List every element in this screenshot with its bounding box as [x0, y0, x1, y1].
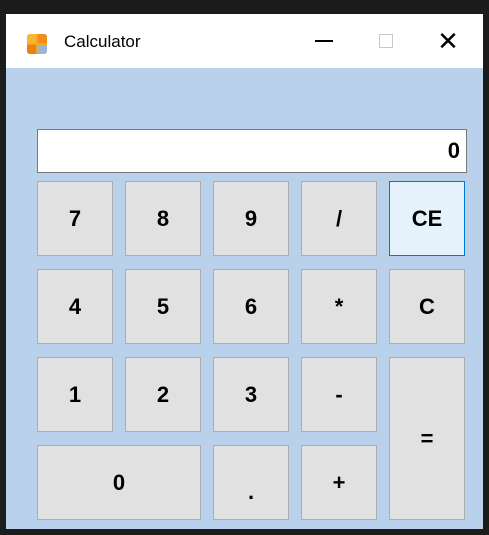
subtract-button[interactable]: -	[301, 357, 377, 432]
key-8[interactable]: 8	[125, 181, 201, 256]
minimize-button[interactable]	[294, 14, 354, 68]
key-2[interactable]: 2	[125, 357, 201, 432]
key-7[interactable]: 7	[37, 181, 113, 256]
key-0[interactable]: 0	[37, 445, 201, 520]
divide-button[interactable]: /	[301, 181, 377, 256]
maximize-icon	[379, 34, 393, 48]
key-3[interactable]: 3	[213, 357, 289, 432]
key-6[interactable]: 6	[213, 269, 289, 344]
calculator-window: Calculator ✕ 0 7 8 9 / CE 4 5 6 * C 1 2 …	[0, 0, 489, 535]
equals-button[interactable]: =	[389, 357, 465, 520]
clear-button[interactable]: C	[389, 269, 465, 344]
key-5[interactable]: 5	[125, 269, 201, 344]
minimize-icon	[315, 40, 333, 42]
add-button[interactable]: +	[301, 445, 377, 520]
close-icon: ✕	[437, 26, 459, 56]
decimal-button[interactable]: .	[213, 445, 289, 520]
key-9[interactable]: 9	[213, 181, 289, 256]
close-button[interactable]: ✕	[418, 14, 478, 68]
maximize-button[interactable]	[356, 14, 416, 68]
calculator-body: 0 7 8 9 / CE 4 5 6 * C 1 2 3 - = 0 . +	[6, 68, 483, 529]
key-1[interactable]: 1	[37, 357, 113, 432]
clear-entry-button[interactable]: CE	[389, 181, 465, 256]
multiply-button[interactable]: *	[301, 269, 377, 344]
calculator-app-icon	[27, 34, 47, 54]
title-bar[interactable]: Calculator ✕	[6, 14, 483, 68]
key-4[interactable]: 4	[37, 269, 113, 344]
window-title: Calculator	[64, 32, 141, 51]
display-field[interactable]: 0	[37, 129, 467, 173]
